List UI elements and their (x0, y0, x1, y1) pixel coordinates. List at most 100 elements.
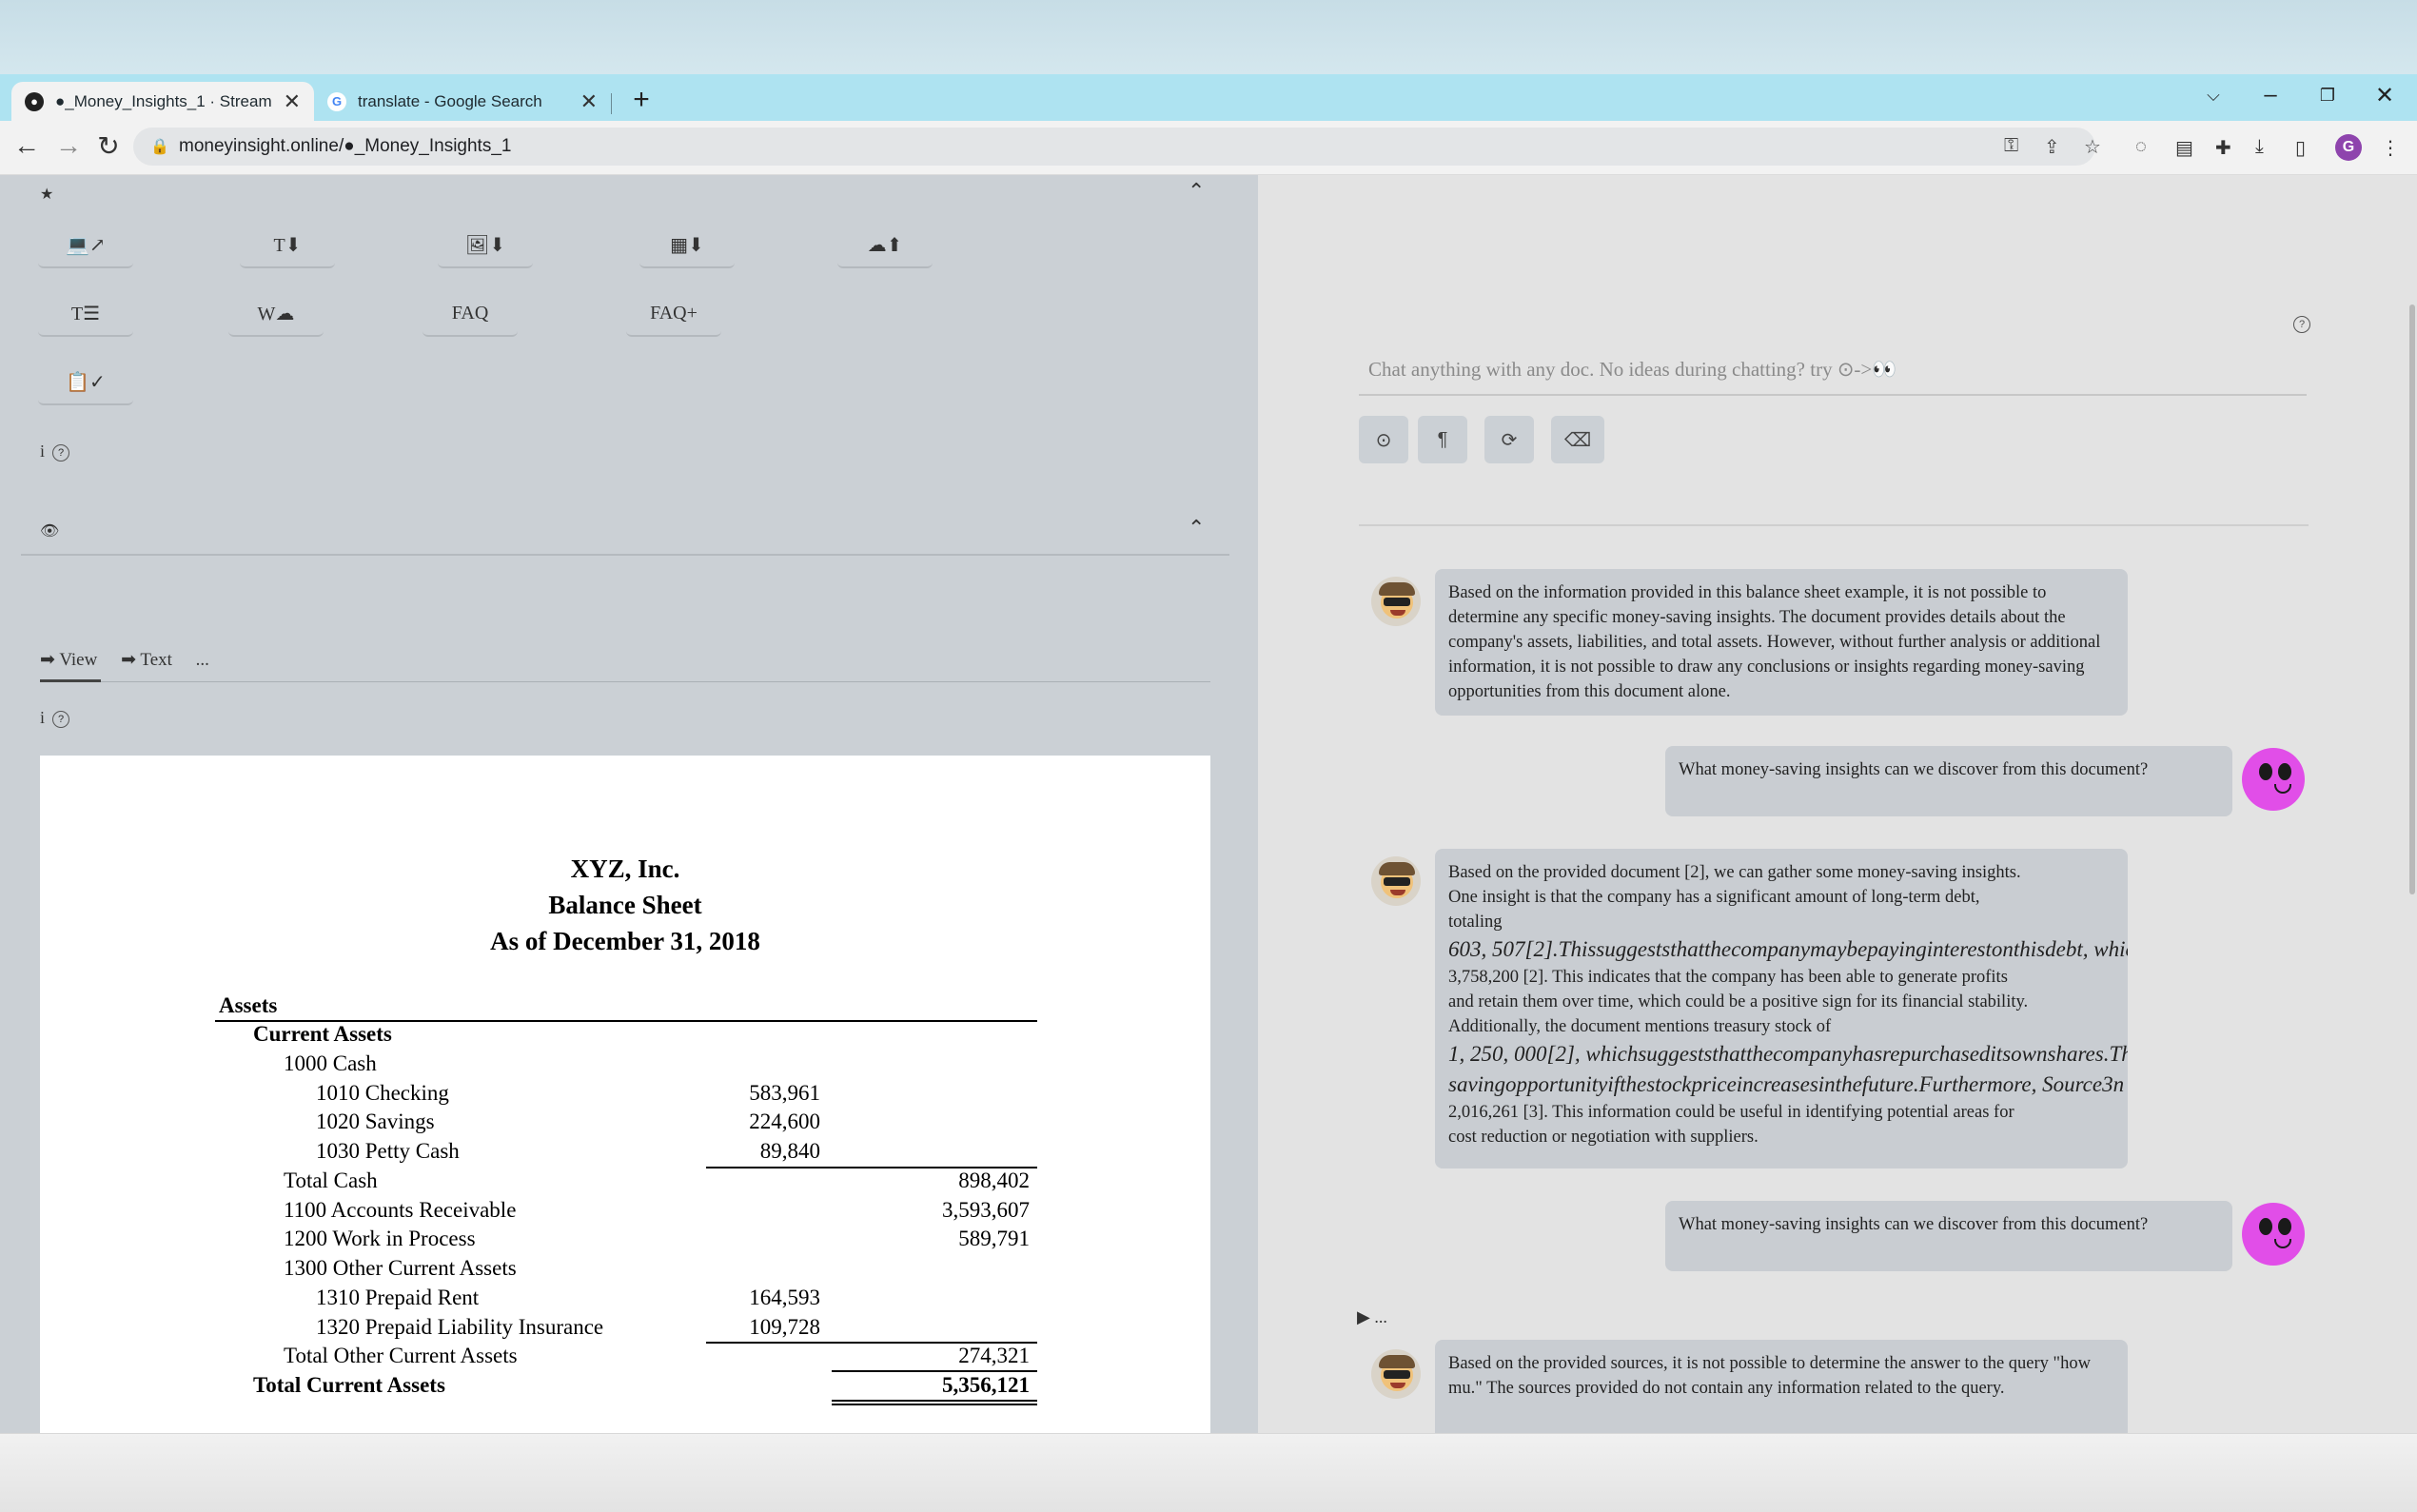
tab-view[interactable]: ➡ View (40, 650, 97, 670)
balance-sheet-document: XYZ, Inc. Balance Sheet As of December 3… (40, 756, 1210, 1433)
view-expander-eye-icon[interactable]: 👁 (40, 521, 59, 540)
menu-kebab-icon[interactable]: ⋮ (2381, 136, 2400, 160)
message-line: Based on the provided document [2], we c… (1448, 863, 2021, 882)
back-arrow-icon[interactable]: ← (10, 130, 44, 161)
clipboard-check-button[interactable]: 📋✓ (38, 360, 133, 405)
chat-action-button-4[interactable]: ⌫ (1551, 416, 1604, 463)
minimize-icon[interactable]: – (2251, 82, 2289, 108)
chat-input[interactable] (1359, 346, 2307, 392)
extension-refresh-icon[interactable]: ◌ (2135, 136, 2147, 158)
tab-translate-search[interactable]: G translate - Google Search ✕ (314, 82, 611, 121)
tool-button-1[interactable]: 💻↗ (38, 223, 133, 268)
desktop-top (0, 0, 2417, 74)
close-tab-icon[interactable]: ✕ (580, 89, 598, 114)
faq-button[interactable]: FAQ (422, 291, 518, 337)
tab-search-chevron-icon[interactable]: ⌵ (2194, 86, 2232, 106)
message-math-line: savingopportunityifthestockpriceincrease… (1448, 1072, 2125, 1096)
row-label: 1010 Checking (316, 1081, 449, 1105)
tab-bar: ● ●_Money_Insights_1 · Streaml ✕ G trans… (0, 74, 2417, 121)
doc-date: As of December 31, 2018 (490, 927, 760, 955)
message-line: One insight is that the company has a si… (1448, 888, 1980, 907)
assistant-avatar (1371, 577, 1421, 626)
faq-plus-button[interactable]: FAQ+ (626, 291, 721, 337)
help-question-icon[interactable]: ? (52, 710, 70, 728)
expand-details-toggle[interactable]: ▶ ... (1357, 1307, 1387, 1327)
user-message: What money-saving insights can we discov… (1665, 746, 2232, 816)
assistant-message: Based on the provided sources, it is not… (1435, 1340, 2128, 1433)
close-window-icon[interactable]: ✕ (2366, 82, 2404, 109)
message-math-line: 1, 250, 000[2], whichsuggeststhatthecomp… (1448, 1042, 2128, 1066)
section-divider (21, 554, 1229, 556)
current-assets-heading: Current Assets (253, 1022, 392, 1046)
tool-button-4[interactable]: ▦⬇ (639, 223, 735, 268)
bookmark-star-icon[interactable]: ☆ (2084, 135, 2101, 159)
key-icon[interactable]: ⚿ (2004, 135, 2018, 157)
streamlit-favicon-icon: ● (25, 91, 44, 111)
message-line: 2,016,261 [3]. This information could be… (1448, 1103, 2014, 1122)
info-label: i (40, 708, 46, 727)
row-label: 1300 Other Current Assets (284, 1256, 517, 1280)
info-label: i (40, 442, 46, 461)
row-total: 3,593,607 (942, 1198, 1030, 1222)
help-question-icon[interactable]: ? (2293, 316, 2310, 333)
tab-money-insights[interactable]: ● ●_Money_Insights_1 · Streaml ✕ (11, 82, 314, 121)
message-line: and retain them over time, which could b… (1448, 992, 2029, 1011)
share-icon[interactable]: ⇪ (2044, 135, 2060, 159)
profile-avatar[interactable]: G (2335, 134, 2362, 161)
puzzle-extensions-icon[interactable]: ✚ (2215, 136, 2231, 160)
row-amount: 89,840 (759, 1139, 820, 1163)
row-total: 898,402 (958, 1168, 1030, 1192)
left-panel: ★ ⌃ 💻↗ T⬇ 🖼⬇ ▦⬇ ☁⬆ T☰ W☁ FAQ FAQ+ 📋✓ i? … (0, 175, 1258, 1433)
message-line: cost reduction or negotiation with suppl… (1448, 1128, 1759, 1147)
tool-button-5[interactable]: ☁⬆ (837, 223, 933, 268)
chat-action-button-1[interactable]: ⊙ (1359, 416, 1408, 463)
restore-icon[interactable]: ❐ (2309, 86, 2347, 106)
tab-separator (611, 93, 612, 114)
row-label: Total Other Current Assets (284, 1344, 518, 1367)
tab-text[interactable]: ➡ Text (121, 650, 172, 670)
user-avatar (2242, 1203, 2305, 1266)
rule (832, 1370, 1037, 1372)
forward-arrow-icon[interactable]: → (51, 130, 86, 161)
assistant-message-long: Based on the provided document [2], we c… (1435, 849, 2128, 1168)
reload-icon[interactable]: ↻ (91, 130, 126, 162)
row-total: 589,791 (958, 1227, 1030, 1250)
chat-action-button-2[interactable]: ¶ (1418, 416, 1467, 463)
google-favicon-icon: G (327, 91, 346, 111)
row-total: 5,356,121 (942, 1373, 1030, 1397)
tool-button-6[interactable]: T☰ (38, 291, 133, 337)
info-help-1[interactable]: i? (40, 442, 70, 461)
message-line: Additionally, the document mentions trea… (1448, 1017, 1832, 1036)
new-tab-plus-icon[interactable]: + (626, 86, 657, 116)
collapse-chevron-icon[interactable]: ⌃ (1188, 516, 1205, 540)
help-question-icon[interactable]: ? (52, 443, 70, 461)
message-math-line: 603, 507[2].Thissuggeststhatthecompanyma… (1448, 937, 2128, 961)
tab-title: translate - Google Search (358, 91, 542, 110)
tab-more[interactable]: ... (196, 650, 209, 670)
row-amount: 109,728 (749, 1315, 820, 1339)
scrollbar-thumb[interactable] (2409, 304, 2415, 894)
user-message: What money-saving insights can we discov… (1665, 1201, 2232, 1271)
side-panel-icon[interactable]: ▯ (2295, 136, 2306, 160)
user-avatar (2242, 748, 2305, 811)
tool-button-7[interactable]: W☁ (228, 291, 324, 337)
info-help-2[interactable]: i? (40, 708, 70, 728)
chat-action-button-3[interactable]: ⟳ (1484, 416, 1534, 463)
tool-button-3[interactable]: 🖼⬇ (438, 223, 533, 268)
tool-button-2[interactable]: T⬇ (240, 223, 335, 268)
assistant-avatar (1371, 1349, 1421, 1399)
translate-extension-icon[interactable]: ▤ (2175, 136, 2193, 160)
download-icon[interactable]: ⤓ (2255, 136, 2264, 158)
close-tab-icon[interactable]: ✕ (284, 89, 301, 114)
lock-icon: 🔒 (150, 139, 169, 155)
row-label: 1200 Work in Process (284, 1227, 476, 1250)
address-bar[interactable]: 🔒 moneyinsight.online/●_Money_Insights_1… (133, 128, 2101, 166)
row-label: 1020 Savings (316, 1109, 435, 1133)
url-text[interactable]: moneyinsight.online/●_Money_Insights_1 (179, 136, 511, 157)
assets-heading: Assets (219, 993, 278, 1017)
collapse-chevron-icon[interactable]: ⌃ (1188, 179, 1205, 204)
tabs-divider (40, 681, 1210, 682)
chat-input-field[interactable] (1359, 346, 2307, 396)
row-label: 1100 Accounts Receivable (284, 1198, 517, 1222)
tools-expander-star-icon[interactable]: ★ (40, 185, 53, 204)
